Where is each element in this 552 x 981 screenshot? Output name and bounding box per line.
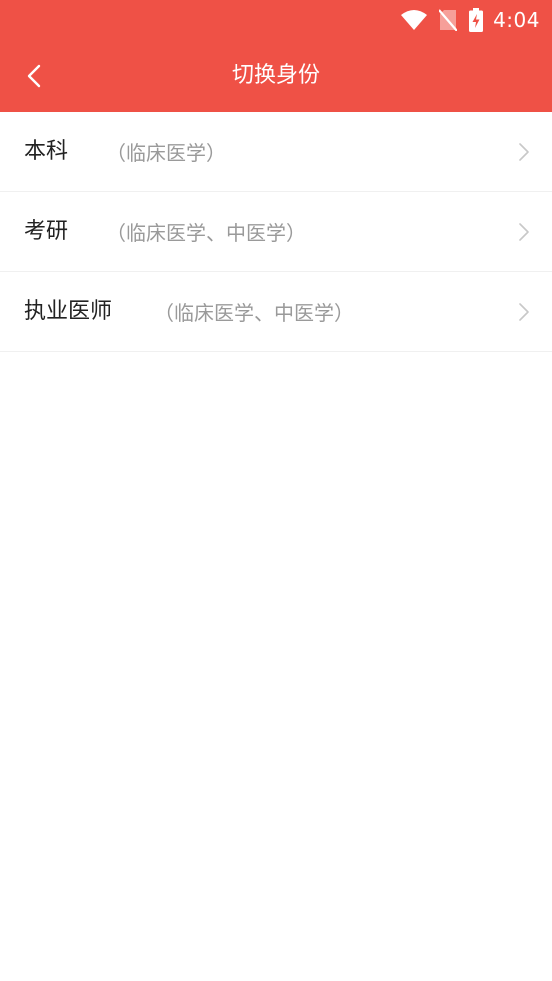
identity-row-postgraduate-exam[interactable]: 考研 （临床医学、中医学） xyxy=(0,192,552,272)
identity-label: 执业医师 xyxy=(24,299,113,324)
status-icons: 4:04 xyxy=(401,4,540,36)
toolbar: 切换身份 xyxy=(0,40,552,112)
chevron-right-icon xyxy=(519,223,529,241)
identity-list: 本科 （临床医学） 考研 （临床医学、中医学） 执业医师 （临床医学、中医学） xyxy=(0,112,552,352)
identity-detail: （临床医学） xyxy=(106,141,226,165)
chevron-right-icon xyxy=(519,303,529,321)
app-header: 4:04 切换身份 xyxy=(0,0,552,112)
identity-label: 考研 xyxy=(24,219,69,244)
chevron-right-icon xyxy=(519,143,529,161)
battery-charging-icon xyxy=(469,8,484,32)
no-sim-icon xyxy=(439,9,458,31)
identity-label: 本科 xyxy=(24,139,69,164)
status-bar: 4:04 xyxy=(0,0,552,40)
identity-switch-screen: 4:04 切换身份 本科 （临床医学） 考研 （临床医学、中医学） 执业医师 （… xyxy=(0,0,552,981)
identity-detail: （临床医学、中医学） xyxy=(154,301,354,325)
wifi-icon xyxy=(401,10,428,30)
identity-row-undergraduate[interactable]: 本科 （临床医学） xyxy=(0,112,552,192)
identity-row-licensed-physician[interactable]: 执业医师 （临床医学、中医学） xyxy=(0,272,552,352)
status-time: 4:04 xyxy=(493,8,540,32)
identity-detail: （临床医学、中医学） xyxy=(106,221,306,245)
page-title: 切换身份 xyxy=(231,63,320,88)
